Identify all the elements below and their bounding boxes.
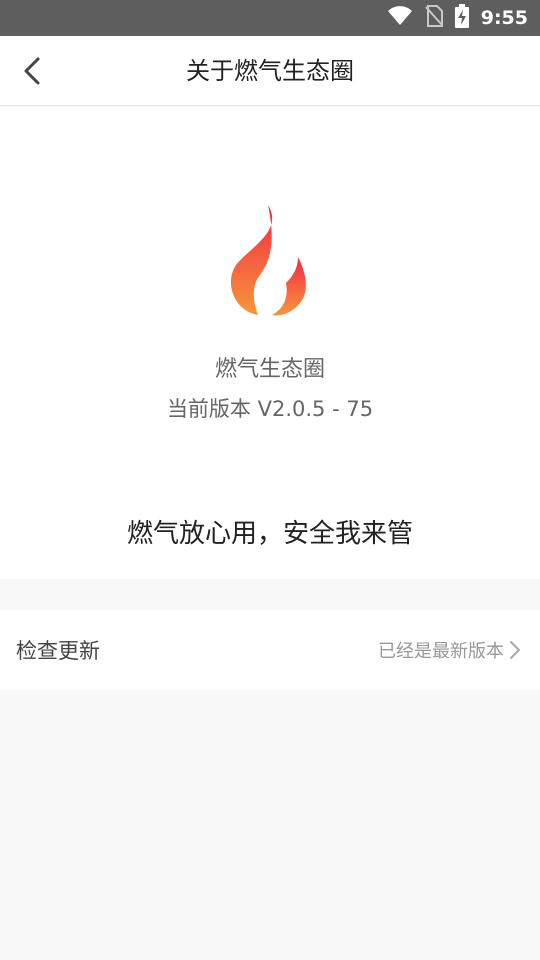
status-bar: 9:55 — [0, 0, 540, 36]
back-button[interactable] — [10, 47, 54, 95]
wifi-icon — [387, 6, 413, 30]
page-title: 关于燃气生态圈 — [186, 57, 354, 85]
chevron-left-icon — [24, 57, 40, 85]
slogan: 燃气放心用，安全我来管 — [126, 519, 413, 549]
app-version: 当前版本 V2.0.5 - 75 — [166, 397, 374, 421]
no-sim-icon — [424, 5, 443, 31]
about-section: 燃气生态圈 当前版本 V2.0.5 - 75 燃气放心用，安全我来管 — [0, 107, 540, 579]
update-status: 已经是最新版本 — [378, 641, 504, 662]
check-update-label: 检查更新 — [16, 639, 100, 663]
status-time: 9:55 — [480, 7, 528, 29]
app-name: 燃气生态圈 — [214, 357, 325, 382]
title-bar: 关于燃气生态圈 — [0, 36, 540, 106]
status-icons: 9:55 — [387, 0, 528, 36]
chevron-right-icon — [510, 641, 520, 659]
flame-logo-icon — [230, 205, 306, 316]
battery-charging-icon — [454, 4, 469, 32]
check-update-row[interactable]: 检查更新 已经是最新版本 — [0, 610, 540, 690]
